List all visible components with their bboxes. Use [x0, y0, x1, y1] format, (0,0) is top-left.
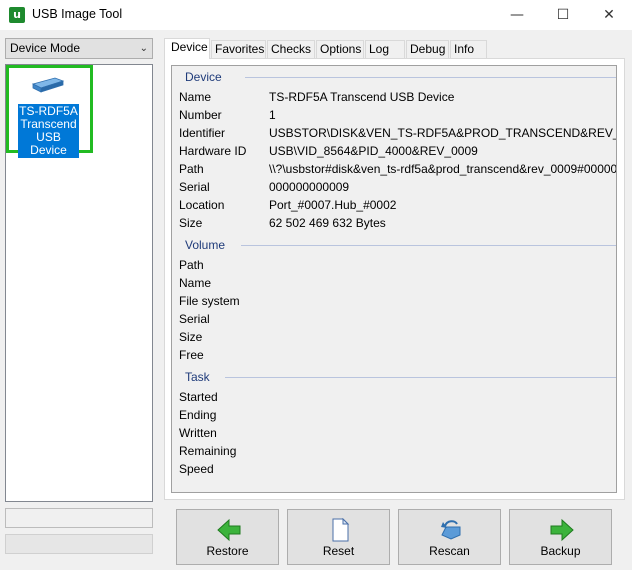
tab-log[interactable]: Log — [365, 40, 405, 58]
property-row: File system — [179, 292, 616, 310]
property-row: Path \\?\usbstor#disk&ven_ts-rdf5a&prod_t… — [179, 160, 617, 178]
progress-bar — [5, 534, 153, 554]
property-label: File system — [179, 294, 240, 308]
section-divider — [225, 377, 616, 378]
property-value: 62 502 469 632 Bytes — [269, 216, 386, 230]
rescan-button[interactable]: Rescan — [398, 509, 501, 565]
property-label: Path — [179, 162, 204, 176]
device-item[interactable]: TS-RDF5A Transcend USB Device — [6, 65, 93, 158]
volume-section-title: Volume — [185, 238, 226, 252]
volume-section-header: Volume — [185, 238, 616, 252]
mode-select[interactable]: Device Mode ⌄ — [5, 38, 153, 59]
property-value: 000000000009 — [269, 180, 350, 194]
property-row: Hardware ID USB\VID_8564&PID_4000&REV_000… — [179, 142, 616, 160]
chevron-down-icon: ⌄ — [139, 43, 148, 54]
arrow-left-icon — [217, 518, 241, 542]
device-list[interactable]: TS-RDF5A Transcend USB Device — [5, 64, 153, 502]
property-value: USBSTOR\DISK&VEN_TS-RDF5A&PROD_TRANSCEND… — [269, 126, 616, 140]
tab-debug[interactable]: Debug — [406, 40, 449, 58]
task-section-title: Task — [185, 370, 210, 384]
property-row: Number 1 — [179, 106, 616, 124]
status-field — [5, 508, 153, 528]
device-item-label: TS-RDF5A Transcend USB Device — [18, 104, 79, 158]
tab-device[interactable]: Device — [164, 38, 210, 59]
minimize-button[interactable]: — — [494, 0, 540, 30]
property-row: Identifier USBSTOR\DISK&VEN_TS-RDF5A&PROD… — [179, 124, 616, 142]
title-bar[interactable]: u USB Image Tool — ☐ ✕ — [0, 0, 632, 30]
backup-button-label: Backup — [540, 544, 581, 558]
restore-button[interactable]: Restore — [176, 509, 279, 565]
tab-options[interactable]: Options — [316, 40, 364, 58]
property-value: 1 — [269, 108, 276, 122]
property-row: Path — [179, 256, 616, 274]
reset-button-label: Reset — [322, 544, 355, 558]
property-label: Serial — [179, 180, 210, 194]
property-label: Speed — [179, 462, 214, 476]
property-label: Number — [179, 108, 222, 122]
property-row: Name — [179, 274, 616, 292]
property-label: Written — [179, 426, 217, 440]
property-row: Serial 000000000009 — [179, 178, 616, 196]
property-value: Port_#0007.Hub_#0002 — [269, 198, 397, 212]
property-row: Serial — [179, 310, 616, 328]
property-row: Size — [179, 328, 616, 346]
property-grid[interactable]: Device Name TS-RDF5A Transcend USB Device… — [171, 65, 617, 493]
maximize-button[interactable]: ☐ — [540, 0, 586, 30]
property-label: Free — [179, 348, 204, 362]
property-label: Remaining — [179, 444, 237, 458]
window-title: USB Image Tool — [32, 7, 123, 21]
property-label: Name — [179, 276, 212, 290]
property-row: Free — [179, 346, 616, 364]
arrow-right-icon — [550, 518, 574, 542]
document-icon — [332, 518, 350, 542]
property-value: USB\VID_8564&PID_4000&REV_0009 — [269, 144, 478, 158]
property-label: Ending — [179, 408, 217, 422]
property-label: Size — [179, 330, 203, 344]
restore-button-label: Restore — [206, 544, 249, 558]
usb-drive-icon — [31, 77, 65, 93]
section-divider — [241, 245, 616, 246]
rescan-button-label: Rescan — [429, 544, 470, 558]
property-label: Name — [179, 90, 212, 104]
device-section-title: Device — [185, 70, 222, 84]
section-divider — [245, 77, 616, 78]
mode-select-value: Device Mode — [10, 41, 81, 55]
property-row: Location Port_#0007.Hub_#0002 — [179, 196, 616, 214]
tab-info[interactable]: Info — [450, 40, 487, 58]
property-value: TS-RDF5A Transcend USB Device — [269, 90, 455, 104]
property-label: Size — [179, 216, 203, 230]
property-row: Speed — [179, 460, 616, 478]
property-row: Name TS-RDF5A Transcend USB Device — [179, 88, 616, 106]
task-section-header: Task — [185, 370, 616, 384]
property-label: Path — [179, 258, 204, 272]
property-label: Started — [179, 390, 218, 404]
property-row: Ending — [179, 406, 616, 424]
device-tab-panel: Device Name TS-RDF5A Transcend USB Device… — [164, 58, 625, 500]
property-label: Serial — [179, 312, 210, 326]
app-icon: u — [9, 7, 25, 23]
property-row: Remaining — [179, 442, 616, 460]
rescan-icon — [441, 520, 461, 540]
device-section-header: Device — [185, 70, 616, 84]
tab-favorites[interactable]: Favorites — [211, 40, 266, 58]
property-label: Identifier — [179, 126, 226, 140]
close-button[interactable]: ✕ — [586, 0, 632, 30]
tab-checks[interactable]: Checks — [267, 40, 315, 58]
property-row: Size 62 502 469 632 Bytes — [179, 214, 616, 232]
property-label: Hardware ID — [179, 144, 247, 158]
property-row: Started — [179, 388, 616, 406]
backup-button[interactable]: Backup — [509, 509, 612, 565]
property-row: Written — [179, 424, 616, 442]
property-label: Location — [179, 198, 225, 212]
property-value: \\?\usbstor#disk&ven_ts-rdf5a&prod_trans… — [269, 162, 617, 176]
reset-button[interactable]: Reset — [287, 509, 390, 565]
